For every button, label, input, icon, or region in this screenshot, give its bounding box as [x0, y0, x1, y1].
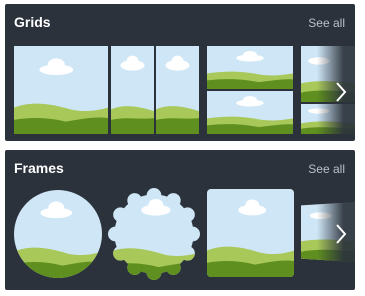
landscape-image — [207, 189, 294, 277]
landscape-image — [156, 46, 199, 134]
landscape-image — [207, 46, 293, 89]
frame-scalloped[interactable] — [108, 188, 200, 280]
grid-template-two-row-top[interactable] — [207, 46, 293, 89]
chevron-right-icon[interactable] — [333, 80, 349, 104]
frames-panel: Frames See all — [5, 150, 355, 290]
landscape-image — [111, 46, 154, 134]
landscape-image — [14, 190, 102, 278]
grid-template-two-row-bottom[interactable] — [207, 91, 293, 134]
frames-see-all-link[interactable]: See all — [308, 162, 345, 176]
grid-template-single[interactable] — [14, 46, 108, 134]
grids-see-all-link[interactable]: See all — [308, 16, 345, 30]
grid-template-two-col-left[interactable] — [111, 46, 154, 134]
frame-rounded-square[interactable] — [207, 189, 294, 277]
landscape-image — [14, 46, 108, 134]
grid-template-two-col-right[interactable] — [156, 46, 199, 134]
frame-circle[interactable] — [14, 190, 102, 278]
grids-panel: Grids See all — [5, 4, 355, 141]
frames-title: Frames — [14, 160, 64, 176]
landscape-image — [207, 91, 293, 134]
landscape-image — [108, 188, 200, 280]
chevron-right-icon[interactable] — [333, 222, 349, 246]
grids-title: Grids — [14, 14, 51, 30]
